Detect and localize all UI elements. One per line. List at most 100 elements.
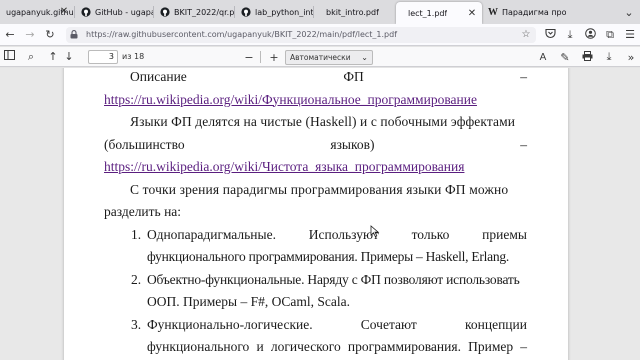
tab-bkit-intro-pdf[interactable]: bkit_intro.pdf: [314, 0, 396, 24]
extensions-button[interactable]: ⧉: [600, 25, 620, 45]
pdf-page: Описание ФП – https://ru.wikipedia.org/w…: [64, 68, 568, 360]
zoom-in-button[interactable]: +: [267, 49, 281, 65]
list-number: 1.: [131, 226, 142, 242]
list-item-line: 2. Объектно-функциональные. Наряду с ФП …: [104, 269, 527, 292]
bookmark-star-icon[interactable]: ☆: [520, 29, 532, 40]
printer-icon: [582, 50, 593, 64]
downloads-button[interactable]: ⤓: [560, 25, 580, 45]
search-icon: ⌕: [27, 49, 35, 63]
save-icon: ⤓: [606, 50, 612, 63]
text-word: ФП: [343, 69, 364, 84]
text-line: С точки зрения парадигмы программировани…: [104, 179, 527, 202]
text-icon: A: [539, 51, 547, 63]
text-line: (большинство языков) –: [104, 134, 527, 157]
tab-paradigm-wikipedia[interactable]: W Парадигма программирования: [482, 0, 566, 24]
text-word: приемы: [482, 226, 527, 242]
reload-icon: ↻: [45, 28, 55, 41]
tab-title: lab_python_intro: [255, 7, 313, 17]
text-word: программирования.: [347, 339, 461, 354]
text-line: https://ru.wikipedia.org/wiki/Функционал…: [104, 89, 527, 112]
text-word: только: [411, 226, 450, 242]
list-item-line: ООП. Примеры – F#, OCaml, Scala.: [104, 291, 527, 314]
pdf-right-tools: A ✎ ⤓ »: [528, 49, 638, 65]
pen-icon: ✎: [560, 50, 570, 64]
text-word: языков): [330, 136, 375, 152]
github-icon: [81, 7, 91, 17]
url-text: https://raw.githubusercontent.com/ugapan…: [86, 30, 398, 39]
tab-strip: ugapanyuk.github.io ✕ GitHub - ugapanyuk…: [0, 0, 640, 24]
account-icon: [584, 27, 596, 42]
mouse-cursor-icon: [370, 222, 380, 238]
previous-page-button[interactable]: ↑: [46, 49, 60, 65]
next-page-button[interactable]: ↓: [62, 49, 76, 65]
hamburger-menu-icon: ☰: [625, 28, 635, 41]
pocket-icon: [544, 28, 556, 42]
find-button[interactable]: ⌕: [24, 49, 38, 65]
zoom-select-value: Автоматически: [290, 52, 351, 62]
back-button[interactable]: ←: [0, 25, 20, 45]
zoom-select[interactable]: Автоматически ⌄: [285, 49, 373, 65]
text-word: функционального: [147, 339, 250, 354]
save-button[interactable]: ⤓: [602, 49, 616, 65]
forward-arrow-icon: →: [25, 28, 35, 41]
text-word: Используют: [308, 226, 379, 242]
arrow-up-icon: ↑: [48, 50, 58, 63]
text-line-content: разделить на:: [104, 204, 182, 219]
list-item-line: 1. Однопарадигмальные. Используют только…: [104, 224, 527, 247]
text-word: и: [256, 339, 264, 354]
account-button[interactable]: [580, 25, 600, 45]
github-icon: [160, 7, 170, 17]
back-arrow-icon: ←: [5, 28, 15, 41]
link-language-purity[interactable]: https://ru.wikipedia.org/wiki/Чистота_яз…: [104, 156, 464, 179]
text-line: Описание ФП –: [104, 68, 527, 89]
github-icon: [241, 7, 251, 17]
pdf-viewport[interactable]: Описание ФП – https://ru.wikipedia.org/w…: [0, 68, 640, 360]
tab-title: GitHub - ugapanyuk: [95, 7, 153, 17]
double-chevron-right-icon: »: [627, 50, 635, 64]
text-tool-button[interactable]: A: [536, 49, 550, 65]
page-number-input[interactable]: 3: [88, 49, 118, 64]
wikipedia-icon: W: [488, 6, 498, 18]
puzzle-icon: ⧉: [606, 27, 614, 41]
sidebar-icon: [3, 50, 15, 63]
text-line-content: функционального программирования. Пример…: [147, 249, 510, 264]
list-number: 2.: [131, 271, 142, 287]
text-word: Пример: [468, 339, 514, 354]
print-button[interactable]: [580, 49, 594, 65]
page-total-label: из 18: [122, 52, 145, 61]
list-number: 3.: [131, 316, 142, 332]
tab-lect-1-pdf[interactable]: lect_1.pdf ✕: [396, 2, 482, 24]
zoom-out-button[interactable]: −: [242, 49, 256, 65]
pocket-button[interactable]: [540, 25, 560, 45]
close-tab-icon[interactable]: ✕: [58, 6, 70, 18]
text-word: –: [520, 69, 527, 84]
text-word: –: [520, 136, 527, 152]
tab-bkit-qr-py[interactable]: BKIT_2022/qr.py: [154, 0, 234, 24]
tab-overflow-chevron-icon[interactable]: ⌄: [618, 0, 640, 24]
text-line: разделить на:: [104, 201, 527, 224]
draw-tool-button[interactable]: ✎: [558, 49, 572, 65]
text-line-content: С точки зрения парадигмы программировани…: [130, 181, 509, 197]
tab-lab-python-intro[interactable]: lab_python_intro: [235, 0, 313, 24]
tab-title: bkit_intro.pdf: [326, 7, 379, 17]
text-line: https://ru.wikipedia.org/wiki/Чистота_яз…: [104, 156, 527, 179]
tools-menu-button[interactable]: »: [624, 49, 638, 65]
text-word: Сочетают: [360, 316, 417, 332]
sidebar-toggle-button[interactable]: [2, 49, 16, 65]
address-bar[interactable]: https://raw.githubusercontent.com/ugapan…: [66, 26, 536, 43]
text-line: Языки ФП делятся на чистые (Haskell) и с…: [104, 111, 527, 134]
tab-ugapanyuk-github-io[interactable]: ugapanyuk.github.io ✕: [0, 0, 74, 24]
pdf-toolbar: ⌕ ↑ ↓ 3 из 18 − + Автоматически ⌄ A ✎ ⤓: [0, 47, 640, 67]
tab-github-ugapanyuk[interactable]: GitHub - ugapanyuk: [75, 0, 153, 24]
text-word: Однопарадигмальные.: [147, 226, 276, 242]
tab-title: Парадигма программирования: [502, 7, 566, 17]
link-functional-programming[interactable]: https://ru.wikipedia.org/wiki/Функционал…: [104, 89, 477, 112]
arrow-down-icon: ↓: [64, 50, 74, 63]
close-tab-icon[interactable]: ✕: [466, 8, 478, 20]
list-item-line: функционального программирования. Пример…: [104, 246, 527, 269]
navigation-toolbar: ← → ↻ https://raw.githubusercontent.com/…: [0, 24, 640, 46]
zoom-controls: − + Автоматически ⌄: [240, 49, 373, 65]
reload-button[interactable]: ↻: [40, 25, 60, 45]
forward-button[interactable]: →: [20, 25, 40, 45]
menu-button[interactable]: ☰: [620, 25, 640, 45]
